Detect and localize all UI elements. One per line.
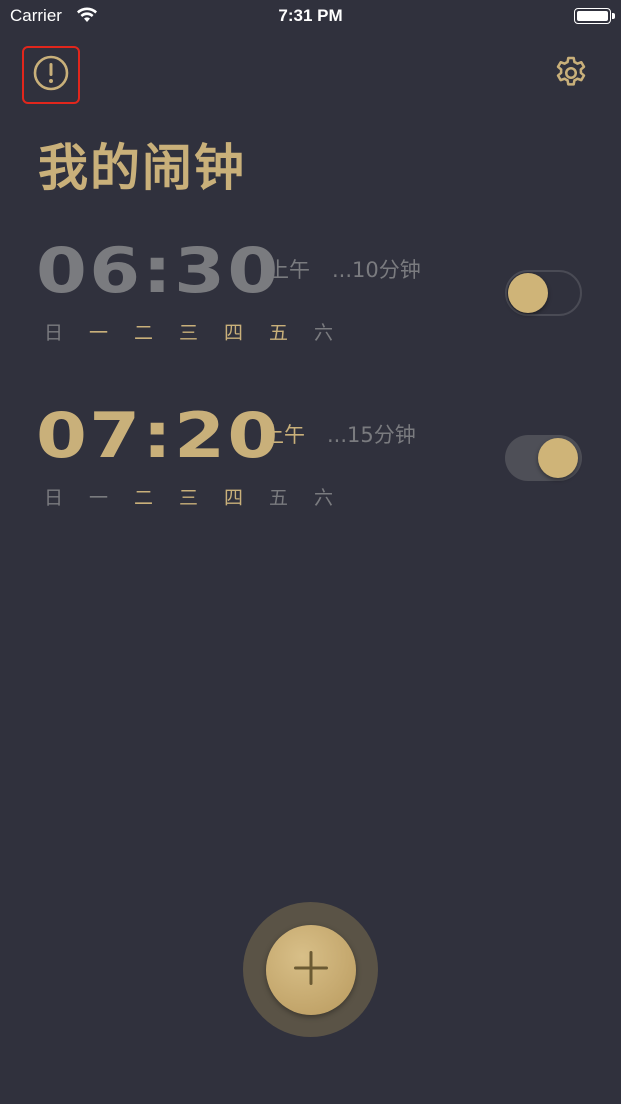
alarm-ampm: 上午 <box>268 258 310 282</box>
plus-icon <box>292 949 330 991</box>
day-label: 三 <box>179 322 199 344</box>
alarm-toggle[interactable] <box>505 435 582 481</box>
toggle-knob <box>508 273 548 313</box>
day-label: 四 <box>224 487 244 509</box>
status-bar: Carrier 7:31 PM <box>0 0 621 34</box>
day-label: 六 <box>314 322 334 344</box>
alarm-snooze: ...10分钟 <box>332 258 421 282</box>
add-alarm-button-inner[interactable] <box>265 924 356 1015</box>
status-time: 7:31 PM <box>278 6 343 25</box>
gear-icon <box>552 54 590 96</box>
day-label: 五 <box>269 487 289 509</box>
settings-button[interactable] <box>550 54 592 96</box>
day-label: 四 <box>224 322 244 344</box>
alarm-toggle[interactable] <box>505 270 582 316</box>
alarm-ampm: 上午 <box>263 423 305 447</box>
page-title: 我的闹钟 <box>38 139 246 197</box>
day-label: 三 <box>179 487 199 509</box>
alarm-time: 07:20 <box>36 399 281 472</box>
alarm-days: 日 一 二 三 四 五 六 <box>44 318 359 345</box>
alarm-row[interactable]: 07:20 上午 ...15分钟 日 一 二 三 四 五 六 <box>0 405 621 535</box>
day-label: 二 <box>134 322 154 344</box>
day-label: 日 <box>44 487 64 509</box>
day-label: 一 <box>89 487 109 509</box>
day-label: 六 <box>314 487 334 509</box>
battery-icon <box>574 8 615 24</box>
day-label: 二 <box>134 487 154 509</box>
day-label: 五 <box>269 322 289 344</box>
info-button[interactable] <box>22 46 80 104</box>
day-label: 一 <box>89 322 109 344</box>
alarm-snooze: ...15分钟 <box>327 423 416 447</box>
info-icon <box>32 54 70 96</box>
add-alarm-button[interactable] <box>243 902 378 1037</box>
alarm-days: 日 一 二 三 四 五 六 <box>44 483 359 510</box>
alarm-row[interactable]: 06:30 上午 ...10分钟 日 一 二 三 四 五 六 <box>0 240 621 370</box>
alarm-time: 06:30 <box>36 234 281 307</box>
day-label: 日 <box>44 322 64 344</box>
toggle-knob <box>538 438 578 478</box>
